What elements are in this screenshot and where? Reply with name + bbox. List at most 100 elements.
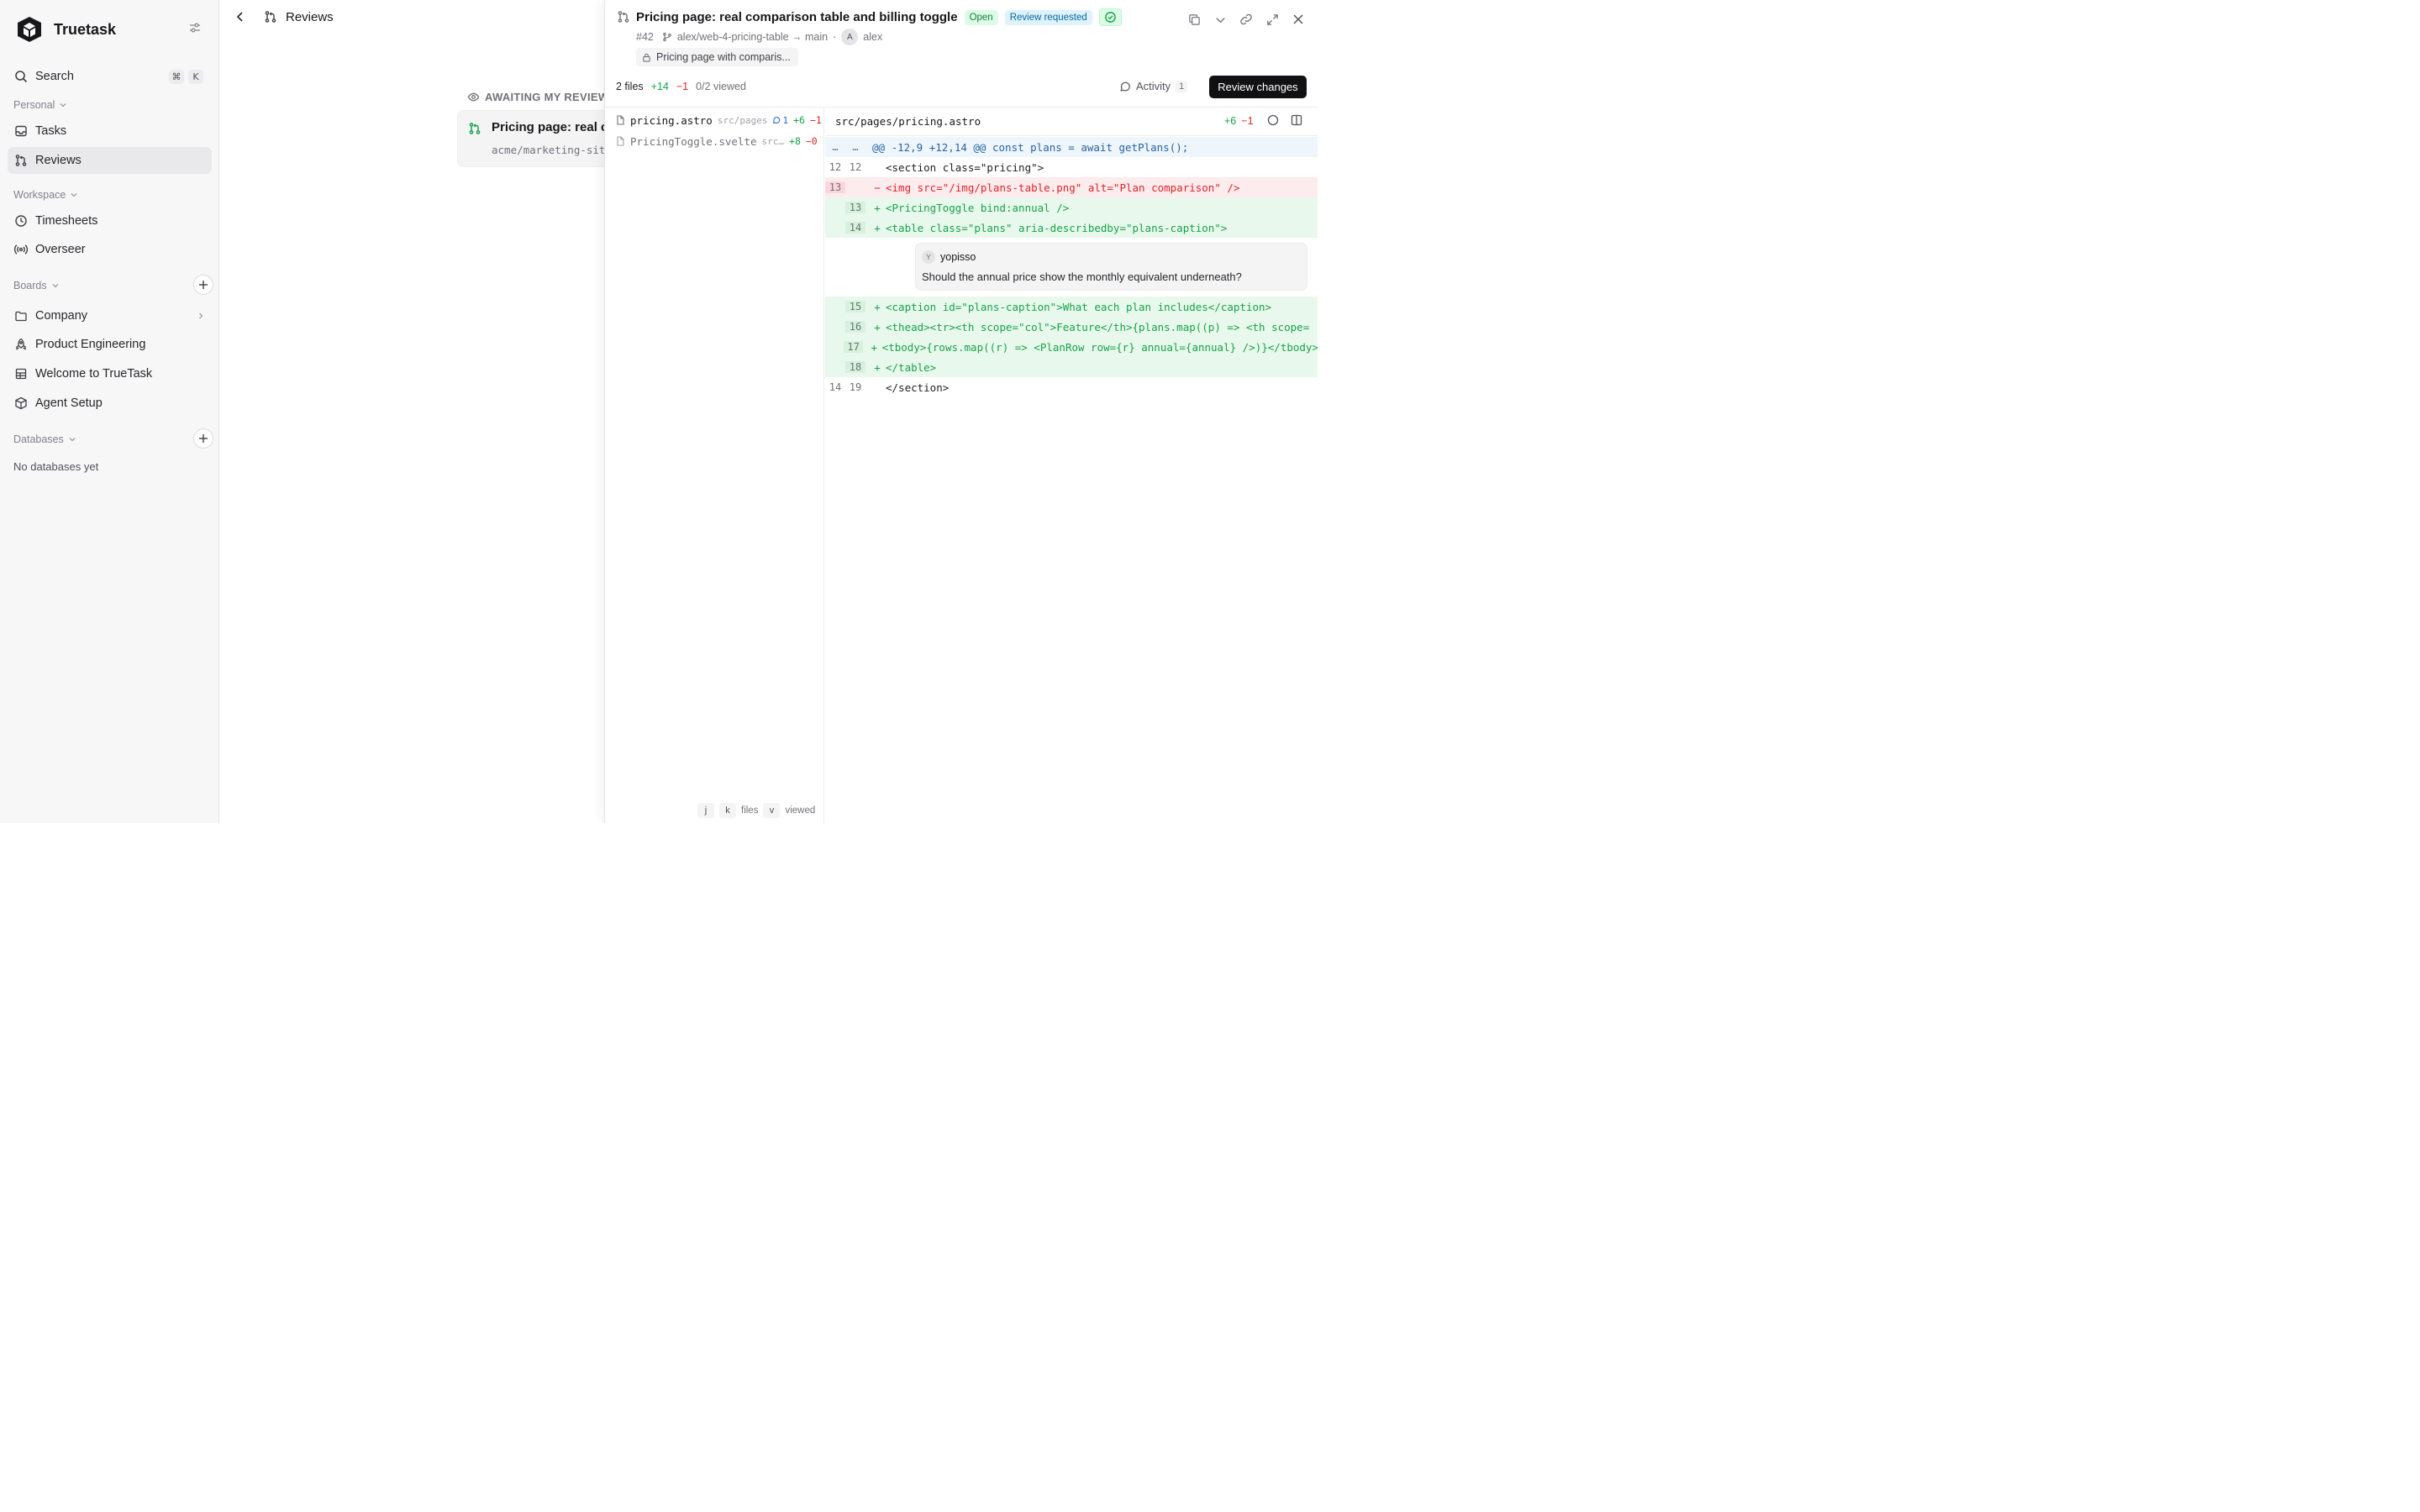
diff-line[interactable]: 18 + </table> — [825, 357, 1318, 377]
sidebar: Truetask Search ⌘ K Personal Tasks Revie… — [0, 0, 219, 823]
pr-description-chip[interactable]: Pricing page with comparis... — [636, 48, 798, 66]
diff-removed: −1 — [1241, 115, 1254, 127]
meta-separator: · — [833, 31, 837, 43]
file-name: pricing.astro — [630, 113, 713, 127]
activity-count: 1 — [1176, 80, 1188, 92]
code-text: </table> — [886, 360, 937, 374]
sidebar-item-reviews[interactable]: Reviews — [8, 147, 212, 174]
search-label: Search — [35, 70, 74, 83]
comment-author-name: yopisso — [940, 251, 976, 263]
back-arrow-icon[interactable] — [234, 8, 247, 25]
diff-line[interactable]: 16 + <thead><tr><th scope="col">Feature</… — [825, 317, 1318, 337]
hint-label: files — [741, 806, 759, 816]
sidebar-item-label: Tasks — [35, 124, 67, 138]
diff-sign: + — [874, 300, 881, 313]
review-changes-button[interactable]: Review changes — [1209, 76, 1307, 98]
inbox-icon — [15, 125, 27, 137]
activity-button[interactable]: Activity 1 — [1119, 80, 1188, 92]
chevron-down-icon[interactable] — [1213, 12, 1228, 27]
line-number-new: 13 — [845, 202, 865, 213]
file-added: +6 — [793, 114, 805, 126]
databases-empty-text: No databases yet — [13, 460, 99, 473]
git-pull-request-icon — [15, 155, 27, 166]
git-pull-request-icon — [265, 11, 276, 23]
sidebar-item-welcome[interactable]: Welcome to TrueTask — [8, 360, 212, 387]
diff-hunk-header: … … @@ -12,9 +12,14 @@ const plans = awa… — [825, 137, 1318, 157]
add-database-button[interactable] — [193, 428, 213, 449]
section-databases[interactable]: Databases — [13, 433, 77, 445]
sidebar-item-company[interactable]: Company — [8, 302, 212, 329]
avatar: Y — [922, 250, 935, 264]
pr-number: #42 — [636, 31, 654, 43]
sidebar-item-agent-setup[interactable]: Agent Setup — [8, 390, 212, 417]
section-workspace[interactable]: Workspace — [13, 189, 79, 201]
sidebar-item-overseer[interactable]: Overseer — [8, 236, 212, 263]
pr-title: Pricing page: real comparison table and … — [636, 10, 958, 24]
add-board-button[interactable] — [193, 275, 213, 295]
viewed-count: 0/2 viewed — [696, 81, 746, 92]
search-button[interactable]: Search ⌘ K — [8, 63, 212, 90]
section-label: Databases — [13, 433, 64, 445]
file-removed: −0 — [805, 135, 818, 147]
code-text: </section> — [886, 381, 950, 394]
expand-icon[interactable] — [1265, 12, 1280, 27]
diff-line[interactable]: 14 + <table class="plans" aria-describedby… — [825, 218, 1318, 238]
code-text: <PricingToggle bind:annual /> — [886, 201, 1070, 214]
brand-name: Truetask — [54, 20, 117, 38]
diff-sign: + — [874, 320, 881, 333]
hint-key: v — [763, 803, 781, 818]
lines-added: +14 — [650, 81, 669, 92]
chevron-down-icon — [71, 193, 77, 197]
file-list-item[interactable]: PricingToggle.svelte src… +8 −0 — [615, 133, 818, 150]
activity-label: Activity — [1136, 80, 1171, 92]
diff-line[interactable]: 14 19 </section> — [825, 377, 1318, 397]
sidebar-item-tasks[interactable]: Tasks — [8, 118, 212, 144]
section-boards[interactable]: Boards — [13, 280, 60, 291]
search-shortcut: ⌘ K — [169, 69, 203, 84]
sliders-icon[interactable] — [188, 21, 203, 36]
line-number-new: 17 — [844, 341, 863, 353]
pr-branch[interactable]: alex/web-4-pricing-table → main — [677, 31, 828, 43]
code-text: <tbody>{rows.map((r) => <PlanRow row={r}… — [881, 340, 1318, 354]
viewed-circle-icon[interactable] — [1267, 114, 1279, 126]
diff-line[interactable]: 17 + <tbody>{rows.map((r) => <PlanRow row… — [825, 337, 1318, 357]
keyboard-hints: j k files v viewed — [697, 803, 815, 818]
checks-passed-badge[interactable] — [1098, 8, 1122, 26]
line-number-new: 18 — [845, 361, 865, 373]
sidebar-item-timesheets[interactable]: Timesheets — [8, 207, 212, 234]
file-list-item[interactable]: pricing.astro src/pages 1 +6 −1 — [615, 112, 822, 129]
line-number-old: 14 — [829, 381, 842, 393]
chevron-right-icon[interactable] — [197, 312, 205, 320]
diff-line[interactable]: 13 − <img src="/img/plans-table.png" alt="… — [825, 177, 1318, 197]
diff-line[interactable]: 15 + <caption id="plans-caption">What eac… — [825, 297, 1318, 317]
section-personal[interactable]: Personal — [13, 99, 68, 111]
section-label: Workspace — [13, 189, 66, 201]
close-icon[interactable] — [1291, 12, 1306, 27]
split-view-icon[interactable] — [1291, 114, 1302, 126]
grid-icon — [15, 368, 27, 380]
hint-key: j — [697, 803, 714, 818]
lines-removed: −1 — [676, 81, 689, 92]
line-number-new: 14 — [845, 222, 865, 234]
brand[interactable]: Truetask — [15, 15, 116, 44]
diff-line[interactable]: 12 12 <section class="pricing"> — [825, 157, 1318, 177]
hint-label: viewed — [785, 806, 816, 816]
file-name: PricingToggle.svelte — [630, 134, 757, 148]
pr-author[interactable]: alex — [863, 31, 882, 43]
review-comment[interactable]: Y yopisso Should the annual price show t… — [915, 243, 1307, 291]
git-branch-icon — [663, 32, 671, 42]
sidebar-item-label: Timesheets — [35, 214, 98, 228]
files-count: 2 files — [616, 81, 644, 92]
file-icon — [617, 115, 624, 125]
diff-sign: + — [874, 360, 881, 374]
sidebar-item-product-engineering[interactable]: Product Engineering — [8, 331, 212, 358]
diff-line[interactable]: 13 + <PricingToggle bind:annual /> — [825, 197, 1318, 218]
truetask-logo-icon — [18, 17, 41, 42]
link-icon[interactable] — [1239, 12, 1254, 27]
pr-meta: #42 alex/web-4-pricing-table → main · A … — [636, 29, 882, 45]
diff-sign: + — [871, 340, 877, 354]
copy-icon[interactable] — [1186, 12, 1202, 27]
code-text: <img src="/img/plans-table.png" alt="Pla… — [886, 181, 1240, 194]
hint-key: k — [719, 803, 736, 818]
comment-author: Y yopisso — [922, 250, 976, 264]
